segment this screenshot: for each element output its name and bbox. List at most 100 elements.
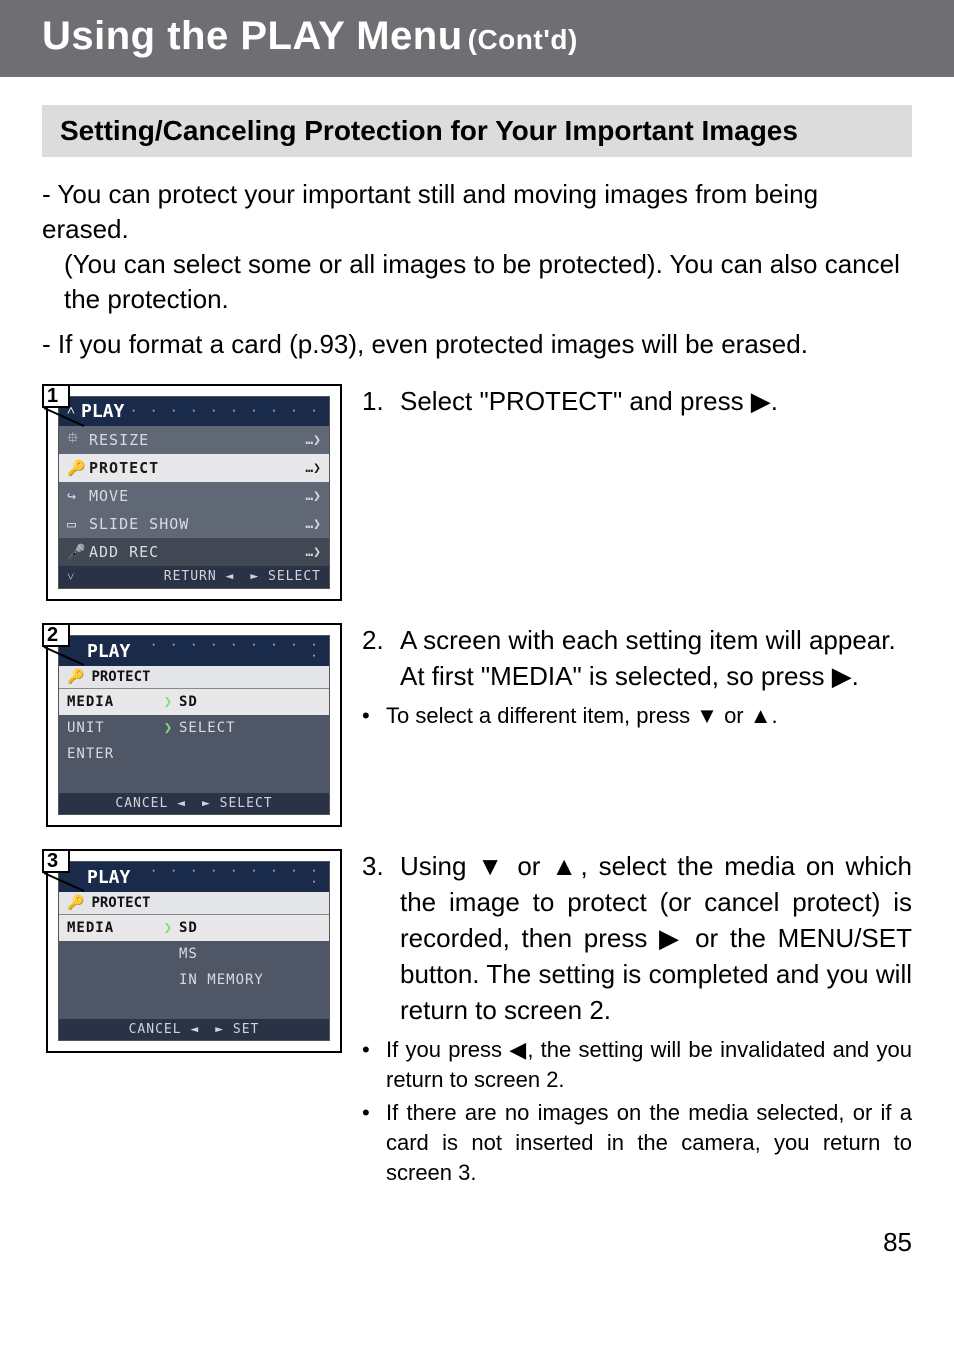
row-value: IN MEMORY bbox=[179, 972, 321, 988]
key-icon: 🔑 bbox=[67, 459, 89, 477]
menu-item-addrec: 🎤 ADD REC …❯ bbox=[59, 538, 329, 566]
footer-set: ► SET bbox=[215, 1022, 259, 1037]
page-title-sub: (Cont'd) bbox=[468, 24, 578, 55]
step-2-num: 2. bbox=[362, 623, 390, 695]
bullet-text: If you press ◀, the setting will be inva… bbox=[386, 1035, 912, 1094]
section-heading: Setting/Canceling Protection for Your Im… bbox=[42, 105, 912, 157]
lcd2-subheader: 🔑 PROTECT bbox=[59, 666, 329, 689]
row-label: UNIT bbox=[67, 720, 157, 736]
step-1-num: 1. bbox=[362, 384, 390, 420]
submenu-chevron-icon: …❯ bbox=[305, 545, 321, 560]
submenu-chevron-icon: …❯ bbox=[305, 517, 321, 532]
footer-cancel: CANCEL ◄ bbox=[115, 796, 186, 811]
page-number: 85 bbox=[0, 1187, 954, 1288]
key-icon: 🔑 bbox=[67, 895, 83, 911]
lcd2-dots-icon: · · · · · · · · · · bbox=[136, 640, 321, 662]
move-icon: ↪ bbox=[67, 487, 89, 505]
lcd1-dots-icon: · · · · · · · · · · bbox=[130, 406, 321, 417]
row-value: SD bbox=[179, 694, 321, 710]
menu-label: PROTECT bbox=[89, 459, 305, 477]
lcd2-footer: CANCEL ◄ ► SELECT bbox=[59, 793, 329, 814]
footer-return: RETURN ◄ bbox=[164, 569, 235, 585]
lcd1-header: ˄ PLAY · · · · · · · · · · bbox=[59, 397, 329, 426]
lcd3-subheader: 🔑 PROTECT bbox=[59, 892, 329, 915]
lcd2-title: PLAY bbox=[87, 641, 130, 662]
row-ms: MS bbox=[59, 941, 329, 967]
chevron-right-icon: ❯ bbox=[157, 720, 179, 736]
lcd3-title: PLAY bbox=[87, 867, 130, 888]
intro-1b: (You can select some or all images to be… bbox=[42, 247, 912, 317]
menu-label: MOVE bbox=[89, 487, 305, 505]
lcd1-footer: ˅ RETURN ◄ ► SELECT bbox=[59, 566, 329, 588]
screenshot-1-num: 1 bbox=[42, 384, 70, 408]
page-title-bar: Using the PLAY Menu (Cont'd) bbox=[0, 0, 954, 77]
row-media: MEDIA ❯ SD bbox=[59, 915, 329, 941]
submenu-chevron-icon: …❯ bbox=[305, 489, 321, 504]
step-2-text: A screen with each setting item will app… bbox=[400, 623, 912, 695]
bullet-icon: • bbox=[362, 701, 376, 731]
row-value: SD bbox=[179, 920, 321, 936]
row-media: MEDIA ❯ SD bbox=[59, 689, 329, 715]
slideshow-icon: ▭ bbox=[67, 515, 89, 533]
bullet-icon: • bbox=[362, 1098, 376, 1187]
lcd2-subheader-text: PROTECT bbox=[91, 669, 150, 685]
row-unit: UNIT ❯ SELECT bbox=[59, 715, 329, 741]
row-value: SELECT bbox=[179, 720, 321, 736]
bullet-text: To select a different item, press ▼ or ▲… bbox=[386, 701, 912, 731]
menu-item-protect: 🔑 PROTECT …❯ bbox=[59, 454, 329, 482]
row-label: MEDIA bbox=[67, 694, 157, 710]
blank-row bbox=[59, 993, 329, 1019]
menu-item-slideshow: ▭ SLIDE SHOW …❯ bbox=[59, 510, 329, 538]
mic-icon: 🎤 bbox=[67, 543, 89, 561]
footer-select: ► SELECT bbox=[250, 569, 321, 585]
step-3-bullet-1: • If you press ◀, the setting will be in… bbox=[362, 1035, 912, 1094]
blank-row bbox=[59, 767, 329, 793]
screenshot-3-num: 3 bbox=[42, 849, 70, 873]
row-value: MS bbox=[179, 946, 321, 962]
bullet-icon: • bbox=[362, 1035, 376, 1094]
page-title-main: Using the PLAY Menu bbox=[42, 14, 463, 58]
step-3-num: 3. bbox=[362, 849, 390, 1028]
footer-select: ► SELECT bbox=[202, 796, 273, 811]
row-label: ENTER bbox=[67, 746, 157, 762]
step-2: 2. A screen with each setting item will … bbox=[362, 623, 912, 695]
menu-label: ADD REC bbox=[89, 543, 305, 561]
screenshot-1-wrap: 1 ˄ PLAY · · · · · · · · · · ⯐ RESIZE …❯ bbox=[42, 384, 342, 601]
intro-1a: You can protect your important still and… bbox=[42, 179, 818, 244]
step-1: 1. Select "PROTECT" and press ▶. bbox=[362, 384, 912, 420]
row-label: MEDIA bbox=[67, 920, 157, 936]
row-inmemory: IN MEMORY bbox=[59, 967, 329, 993]
menu-label: SLIDE SHOW bbox=[89, 515, 305, 533]
lcd3-header: PLAY · · · · · · · · · · bbox=[59, 862, 329, 892]
step-3-text: Using ▼ or ▲, select the media on which … bbox=[400, 849, 912, 1028]
resize-icon: ⯐ bbox=[67, 428, 89, 453]
screenshot-2: PLAY · · · · · · · · · · 🔑 PROTECT MEDIA… bbox=[46, 623, 342, 827]
submenu-chevron-icon: …❯ bbox=[305, 433, 321, 448]
step-3-bullet-2: • If there are no images on the media se… bbox=[362, 1098, 912, 1187]
row-enter: ENTER bbox=[59, 741, 329, 767]
menu-item-move: ↪ MOVE …❯ bbox=[59, 482, 329, 510]
screenshot-1: ˄ PLAY · · · · · · · · · · ⯐ RESIZE …❯ 🔑… bbox=[46, 384, 342, 601]
menu-item-resize: ⯐ RESIZE …❯ bbox=[59, 426, 329, 454]
chevron-right-icon: ❯ bbox=[157, 694, 179, 710]
bullet-text: If there are no images on the media sele… bbox=[386, 1098, 912, 1187]
screenshot-3-wrap: 3 PLAY · · · · · · · · · · 🔑 PROTECT bbox=[42, 849, 342, 1187]
screenshot-2-num: 2 bbox=[42, 623, 70, 647]
step-2-bullet-1: • To select a different item, press ▼ or… bbox=[362, 701, 912, 731]
intro-paragraph-1: - You can protect your important still a… bbox=[42, 177, 912, 317]
intro-paragraph-2: - If you format a card (p.93), even prot… bbox=[42, 327, 912, 362]
lcd1-title: PLAY bbox=[81, 401, 124, 422]
lcd3-subheader-text: PROTECT bbox=[91, 895, 150, 911]
screenshot-2-wrap: 2 PLAY · · · · · · · · · · 🔑 PROTECT bbox=[42, 623, 342, 827]
intro-2: If you format a card (p.93), even protec… bbox=[58, 329, 808, 359]
key-icon: 🔑 bbox=[67, 669, 83, 685]
step-3: 3. Using ▼ or ▲, select the media on whi… bbox=[362, 849, 912, 1028]
screenshot-3: PLAY · · · · · · · · · · 🔑 PROTECT MEDIA… bbox=[46, 849, 342, 1053]
lcd3-footer: CANCEL ◄ ► SET bbox=[59, 1019, 329, 1040]
chevron-right-icon: ❯ bbox=[157, 920, 179, 936]
lcd2-header: PLAY · · · · · · · · · · bbox=[59, 636, 329, 666]
down-chevron-icon: ˅ bbox=[67, 569, 75, 585]
menu-label: RESIZE bbox=[89, 431, 305, 449]
submenu-chevron-icon: …❯ bbox=[305, 461, 321, 476]
footer-cancel: CANCEL ◄ bbox=[129, 1022, 200, 1037]
